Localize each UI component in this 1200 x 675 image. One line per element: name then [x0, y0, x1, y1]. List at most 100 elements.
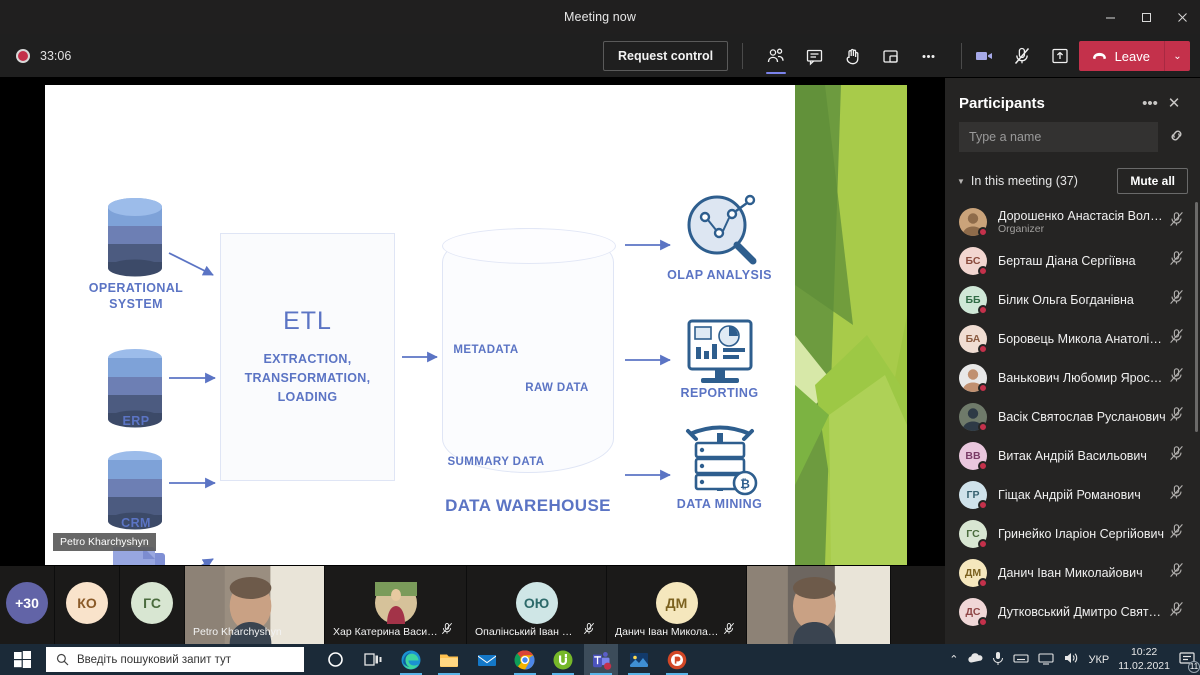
in-this-meeting-section[interactable]: ▼ In this meeting (37) Mute all	[945, 164, 1200, 202]
video-tile[interactable]	[747, 566, 891, 644]
overflow-participants-badge[interactable]: +30	[6, 582, 48, 624]
task-view-icon[interactable]	[356, 644, 390, 675]
participant-row[interactable]: Васік Святослав Русланович	[945, 397, 1200, 436]
video-tile[interactable]: Petro Kharchyshyn	[185, 566, 325, 644]
close-icon[interactable]	[1164, 0, 1200, 34]
avatar: ГР	[959, 481, 987, 509]
display-icon[interactable]	[1038, 652, 1054, 668]
people-icon[interactable]	[757, 34, 795, 78]
participant-name: Ванькович Любомир Яросл…	[998, 371, 1166, 385]
participant-row[interactable]: Ванькович Любомир Яросл…	[945, 358, 1200, 397]
participant-row[interactable]: ДСДутковський Дмитро Святос…	[945, 592, 1200, 631]
leave-options-button[interactable]: ⌄	[1164, 41, 1190, 71]
more-options-icon[interactable]: •••	[1138, 95, 1162, 112]
presence-badge	[978, 383, 988, 393]
mic-off-icon[interactable]	[1166, 484, 1186, 505]
participants-scrollbar[interactable]	[1195, 202, 1198, 432]
maximize-icon[interactable]	[1128, 0, 1164, 34]
mute-all-button[interactable]: Mute all	[1117, 168, 1188, 194]
breakout-rooms-icon[interactable]	[871, 34, 909, 78]
chrome-icon[interactable]	[508, 644, 542, 675]
participant-row[interactable]: ГРГіщак Андрій Романович	[945, 475, 1200, 514]
taskbar-search-box[interactable]: Введіть пошуковий запит тут	[46, 647, 304, 672]
participant-name: Берташ Діана Сергіївна	[998, 254, 1166, 268]
leave-label: Leave	[1115, 49, 1150, 64]
window-title-bar: Meeting now	[0, 0, 1200, 34]
search-input[interactable]	[959, 122, 1158, 152]
windows-icon[interactable]	[0, 644, 44, 675]
participant-row[interactable]: БАБоровець Микола Анатолій…	[945, 319, 1200, 358]
avatar: ГС	[959, 520, 987, 548]
chevron-down-icon[interactable]: ▼	[957, 177, 965, 186]
request-control-button[interactable]: Request control	[603, 41, 728, 71]
clock-time: 10:22	[1118, 646, 1170, 659]
participant-name-block: Білик Ольга Богданівна	[998, 293, 1166, 307]
mail-icon[interactable]	[470, 644, 504, 675]
mic-off-icon[interactable]	[1166, 601, 1186, 622]
mic-off-icon[interactable]	[1166, 523, 1186, 544]
minimize-icon[interactable]	[1092, 0, 1128, 34]
etl-diagram: ₿ ETL EXTRACTION,TRANSFORMATION,LOADING …	[45, 85, 907, 565]
clock[interactable]: 10:22 11.02.2021	[1118, 646, 1170, 672]
tray-expand-icon[interactable]: ⌃	[949, 653, 958, 666]
mic-off-icon[interactable]	[1166, 445, 1186, 466]
cortana-icon[interactable]	[318, 644, 352, 675]
presence-badge	[978, 305, 988, 315]
close-panel-icon[interactable]: ✕	[1162, 94, 1186, 112]
participant-row[interactable]: ГСГринейко Іларіон Сергійович	[945, 514, 1200, 553]
file-explorer-icon[interactable]	[432, 644, 466, 675]
pickaxe-server-icon: ₿	[688, 428, 756, 495]
participant-row[interactable]: ДМДанич Іван Миколайович	[945, 553, 1200, 592]
utorrent-icon[interactable]	[546, 644, 580, 675]
microphone-icon[interactable]	[992, 651, 1004, 668]
avatar: ДМ	[959, 559, 987, 587]
share-screen-icon[interactable]	[1041, 34, 1079, 78]
keyboard-icon[interactable]	[1013, 652, 1029, 667]
label-data-mining: DATA MINING	[652, 497, 787, 513]
camera-icon[interactable]	[965, 34, 1003, 78]
onedrive-icon[interactable]	[967, 652, 983, 667]
participant-row[interactable]: ВВВитак Андрій Васильович	[945, 436, 1200, 475]
participant-row[interactable]: Дорошенко Анастасія Волод…Organizer	[945, 202, 1200, 241]
video-tile[interactable]: Хар Катерина Василі…	[325, 566, 467, 644]
video-tile[interactable]: +30	[0, 566, 55, 644]
video-tile[interactable]: ДМДанич Іван Миколай…	[607, 566, 747, 644]
chat-icon[interactable]	[795, 34, 833, 78]
mic-off-icon[interactable]	[1166, 328, 1186, 349]
taskbar-apps	[318, 644, 694, 675]
mic-off-icon[interactable]	[1166, 211, 1186, 232]
participants-list[interactable]: Дорошенко Анастасія Волод…OrganizerБСБер…	[945, 202, 1200, 644]
link-icon[interactable]	[1164, 127, 1188, 148]
participant-row[interactable]: БСБерташ Діана Сергіївна	[945, 241, 1200, 280]
edge-icon[interactable]	[394, 644, 428, 675]
mic-off-icon[interactable]	[1166, 289, 1186, 310]
label-data-warehouse: DATA WAREHOUSE	[428, 495, 628, 516]
mic-off-icon[interactable]	[1166, 406, 1186, 427]
participant-name-block: Боровець Микола Анатолій…	[998, 332, 1166, 346]
mic-off-icon[interactable]	[1166, 562, 1186, 583]
presence-badge	[978, 578, 988, 588]
mic-off-icon[interactable]	[1166, 367, 1186, 388]
leave-button[interactable]: Leave	[1079, 41, 1164, 71]
microphone-muted-icon[interactable]	[1003, 34, 1041, 78]
video-tile-name: Опалінський Іван Юр…	[475, 626, 580, 638]
toolbar-divider	[742, 43, 743, 69]
presence-badge	[978, 539, 988, 549]
powerpoint-icon[interactable]	[660, 644, 694, 675]
teams-icon[interactable]	[584, 644, 618, 675]
participant-row[interactable]: БББілик Ольга Богданівна	[945, 280, 1200, 319]
video-tile[interactable]: ГС	[120, 566, 185, 644]
more-options-icon[interactable]	[909, 34, 947, 78]
notifications-icon[interactable]: 11	[1179, 651, 1196, 669]
language-indicator[interactable]: УКР	[1088, 654, 1109, 666]
shared-slide: ₿ ETL EXTRACTION,TRANSFORMATION,LOADING …	[45, 85, 907, 565]
video-tile[interactable]: ОЮОпалінський Іван Юр…	[467, 566, 607, 644]
notifications-count: 11	[1188, 661, 1200, 673]
mic-off-icon[interactable]	[1166, 250, 1186, 271]
toolbar-right-group: Leave ⌄	[965, 34, 1190, 78]
volume-icon[interactable]	[1063, 651, 1079, 668]
raise-hand-icon[interactable]	[833, 34, 871, 78]
video-tile[interactable]: КО	[55, 566, 120, 644]
participant-name-block: Витак Андрій Васильович	[998, 449, 1166, 463]
photos-icon[interactable]	[622, 644, 656, 675]
